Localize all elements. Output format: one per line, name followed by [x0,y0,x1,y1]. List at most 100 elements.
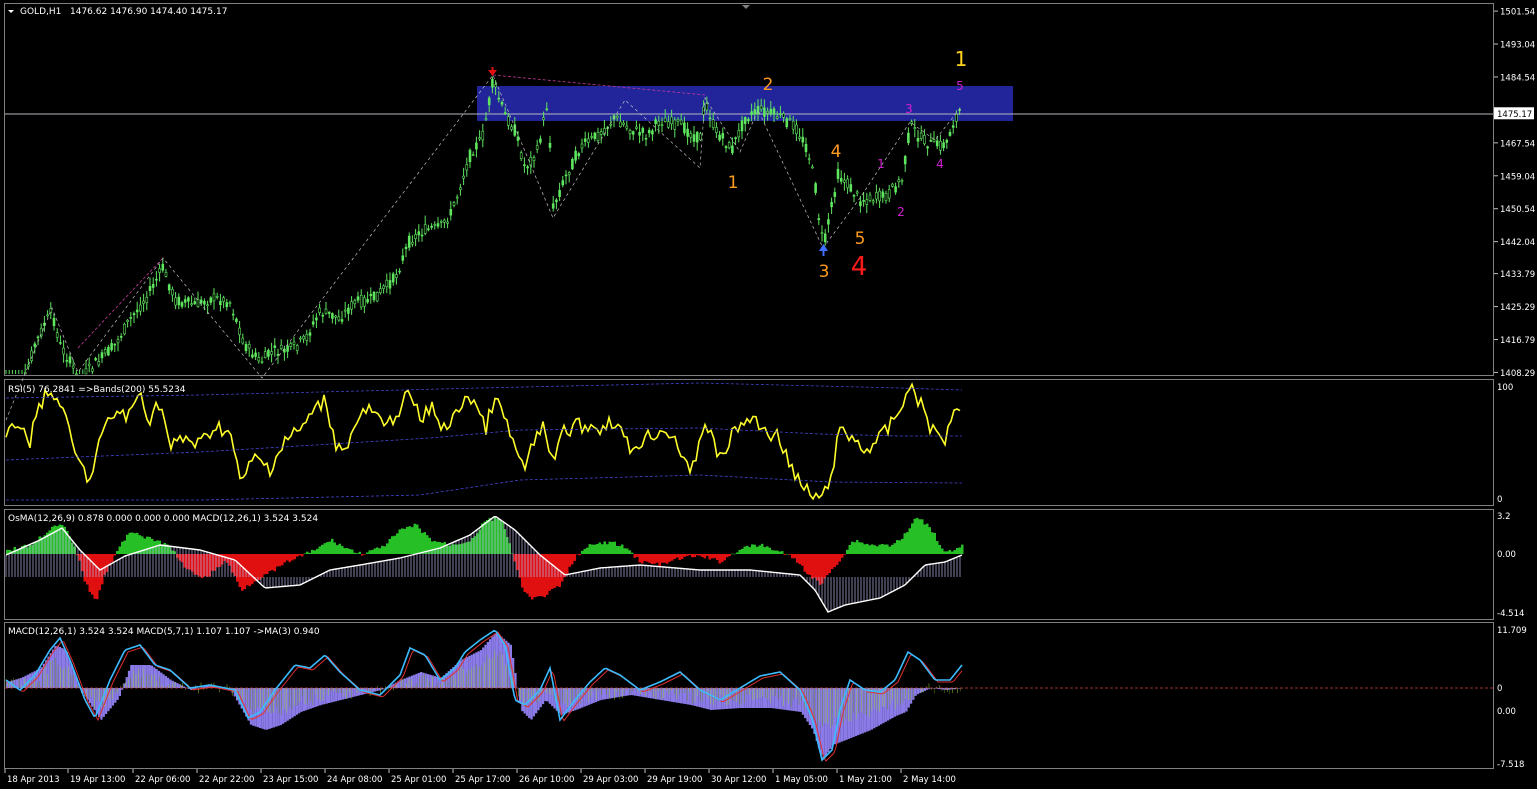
macd-hist-bar [495,632,499,688]
candle-body [519,152,523,159]
candle-body [526,166,529,169]
candle-body [75,373,78,375]
candle-body [110,343,113,351]
candle-body [644,137,648,140]
wave-label: 5 [956,79,964,93]
candle-body [683,122,686,134]
macd-hist-bar [178,684,181,688]
rsi-panel[interactable] [4,379,1494,506]
candle-body [583,138,587,142]
price-tick-label: 1459.04 [1500,172,1535,182]
osma-bar [333,542,336,554]
candle-body [270,351,273,355]
macd-hist-bar [590,688,593,704]
osma-bar [561,554,564,582]
candle-body [577,153,581,157]
osma-bar [293,554,296,560]
macd-hist-bar [776,688,779,709]
candle-body [811,166,814,169]
osma-bar [413,523,416,554]
macd-hist-bar [263,688,266,730]
wave-label: 2 [763,75,774,95]
candle-body [343,309,347,312]
time-tick-label: 22 Apr 06:00 [135,775,190,785]
panel-toggle-icon[interactable] [742,5,750,9]
candle-body [91,368,94,372]
osma-bar [216,554,219,568]
osma-bar [916,517,919,554]
macd-hist-bar [6,682,9,688]
candle-body [622,122,625,125]
macd-hist-bar [376,688,379,691]
candle-body [884,192,888,201]
price-panel[interactable] [4,3,1494,376]
macd-hist-bar [608,688,611,699]
macd-hist-bar [544,688,547,702]
rsi-tick-label: 100 [1497,383,1513,393]
candle-body [27,364,30,367]
osma-bar [826,554,829,576]
osma-bar [201,554,204,579]
osma-bar [341,545,344,554]
macd-hist-bar [709,688,713,710]
osma-bar [841,554,844,558]
osma-bar [671,554,674,561]
candle-body [846,178,849,189]
dropdown-triangle-icon[interactable] [8,10,14,13]
osma-bar [81,554,84,572]
price-layer [5,74,963,421]
candle-body [331,313,334,319]
osma-bar [941,548,944,554]
osma-bar [578,554,581,556]
osma-bar [926,523,929,554]
osma-bar [288,554,291,563]
candle-body [769,108,773,114]
candle-body [452,202,456,206]
trading-chart-window[interactable]: 1 2 1 4 5 3 4 1 2 3 4 5 1501.54 1493.04 1484.54 1467.5… [0,0,1537,785]
candle-body [593,132,597,140]
time-tick-label: 18 Apr 2013 [7,775,60,785]
wave-labels: 1 2 1 4 5 3 4 1 2 3 4 5 [728,47,968,282]
macd-hist-bar [291,688,294,718]
candle-body [302,335,305,340]
macd-layer [5,629,1493,762]
candle-body [151,284,155,288]
macd-hist-bar [309,688,312,709]
osma-bar [698,554,701,556]
osma-bar [811,554,814,579]
osma-bar [313,550,316,554]
macd-hist-bar [868,688,871,731]
macd-hist-bar [748,688,752,708]
osma-bar [441,542,444,554]
candle-body [497,97,501,100]
candle-body [686,128,689,137]
candle-body [756,106,760,115]
macd-hist-bar [31,672,34,688]
osma-bar [131,532,134,554]
candle-body [33,343,37,347]
candle-body [862,200,865,202]
candle-body [382,285,385,289]
osma-bar [706,554,709,556]
candle-body [900,180,904,182]
time-tick-label: 22 Apr 22:00 [199,775,254,785]
osma-bar [483,521,486,554]
osma-bar [676,554,679,558]
candle-body [615,115,619,119]
macd-hist-bar [403,678,407,688]
time-tick-label: 24 Apr 08:00 [327,775,382,785]
wave-label: 5 [855,229,866,249]
candle-body [487,97,491,106]
candle-body [798,136,801,139]
chart-canvas[interactable]: 1 2 1 4 5 3 4 1 2 3 4 5 1501.54 1493.04 1484.54 1467.5… [0,0,1537,785]
osma-bar [681,554,684,560]
candle-body [542,117,545,120]
candle-body [404,246,408,250]
supply-zone-rectangle[interactable] [477,86,1013,121]
candle-body [916,138,920,142]
osma-bar [121,541,124,554]
osma-bar [393,535,396,554]
osma-bar [948,549,951,554]
macd-hist-bar [783,688,786,710]
candle-body [132,313,136,316]
